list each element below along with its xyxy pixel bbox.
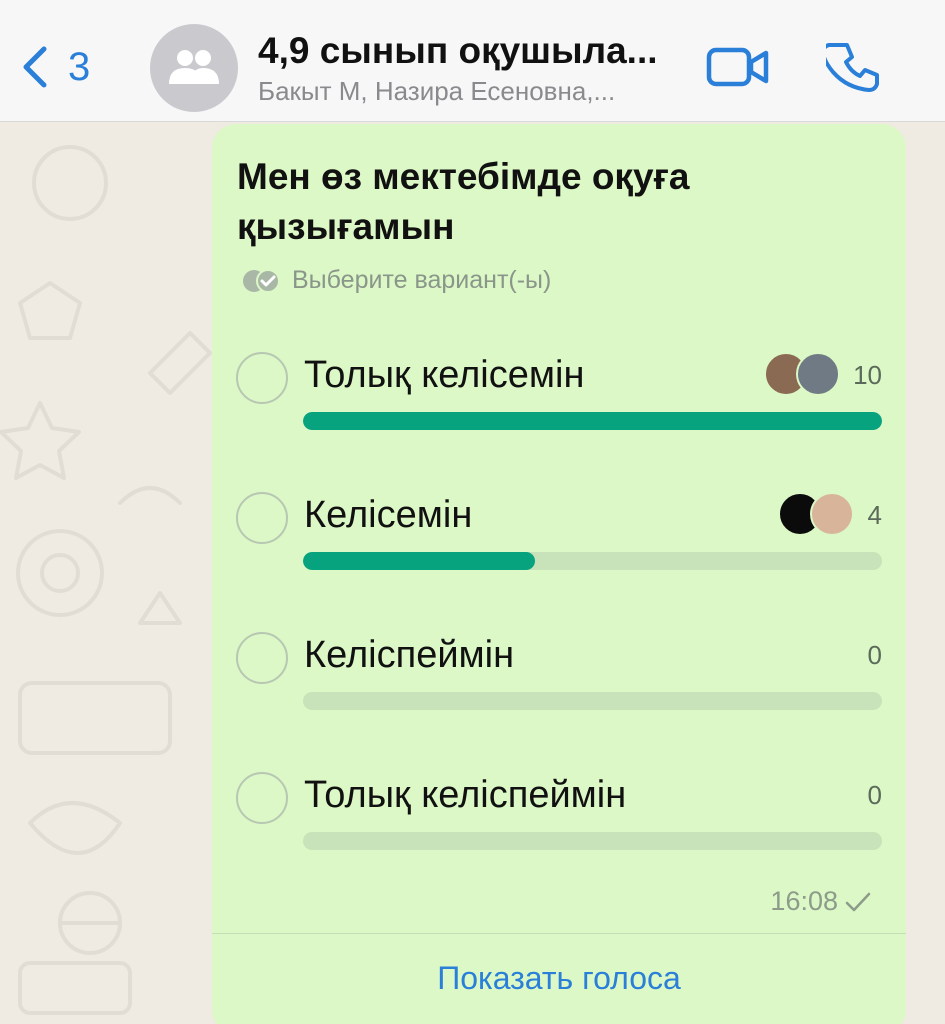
option-vote-count: 0 bbox=[867, 780, 882, 810]
phone-icon[interactable] bbox=[826, 40, 880, 94]
option-progress-fill bbox=[303, 412, 882, 430]
option-vote-count: 0 bbox=[867, 640, 882, 670]
option-radio[interactable] bbox=[236, 492, 288, 544]
double-check-icon bbox=[243, 268, 280, 293]
poll-option[interactable]: Келісемін 4 bbox=[212, 476, 906, 596]
poll-hint: Выберите вариант(-ы) bbox=[240, 266, 551, 295]
option-radio[interactable] bbox=[236, 352, 288, 404]
poll-question: Мен өз мектебімде оқуға қызығамын bbox=[237, 156, 690, 247]
option-label: Келіспеймін bbox=[304, 634, 515, 676]
chat-header: 3 4,9 сынып оқушыла... Бакыт М, Назира Е… bbox=[0, 0, 945, 122]
chat-title[interactable]: 4,9 сынып оқушыла... bbox=[258, 30, 688, 72]
option-progress-track bbox=[303, 832, 882, 850]
sent-check-icon bbox=[845, 892, 871, 911]
voter-avatars bbox=[778, 492, 854, 538]
option-label: Толық келіспеймін bbox=[304, 774, 627, 816]
voter-avatar bbox=[796, 352, 840, 396]
poll-hint-text: Выберите вариант(-ы) bbox=[292, 266, 552, 294]
poll-option[interactable]: Келіспеймін 0 bbox=[212, 616, 906, 736]
message-timestamp: 16:08 bbox=[770, 886, 838, 916]
show-votes-button[interactable]: Показать голоса bbox=[212, 960, 906, 997]
group-icon bbox=[169, 50, 219, 84]
option-label: Келісемін bbox=[304, 494, 473, 536]
voter-avatars bbox=[764, 352, 840, 398]
back-button[interactable]: 3 bbox=[18, 42, 90, 92]
message-time: 16:08 bbox=[770, 886, 872, 917]
poll-option[interactable]: Толық келіспеймін 0 bbox=[212, 756, 906, 876]
option-label: Толық келісемін bbox=[304, 354, 585, 396]
voter-avatar bbox=[810, 492, 854, 536]
unread-count: 3 bbox=[68, 44, 91, 89]
poll-message-bubble: Мен өз мектебімде оқуға қызығамын Выбери… bbox=[212, 124, 906, 1024]
option-progress-track bbox=[303, 692, 882, 710]
option-progress-fill bbox=[303, 552, 535, 570]
option-radio[interactable] bbox=[236, 772, 288, 824]
poll-option[interactable]: Толық келісемін 10 bbox=[212, 336, 906, 456]
option-progress-track bbox=[303, 552, 882, 570]
option-vote-count: 10 bbox=[853, 360, 882, 390]
option-vote-count: 4 bbox=[867, 500, 882, 530]
chat-members[interactable]: Бакыт М, Назира Есеновна,... bbox=[258, 76, 688, 107]
chevron-left-icon bbox=[23, 46, 47, 88]
option-progress-track bbox=[303, 412, 882, 430]
video-camera-icon[interactable] bbox=[706, 44, 770, 90]
option-radio[interactable] bbox=[236, 632, 288, 684]
bubble-divider bbox=[212, 933, 906, 934]
group-avatar[interactable] bbox=[150, 24, 238, 112]
